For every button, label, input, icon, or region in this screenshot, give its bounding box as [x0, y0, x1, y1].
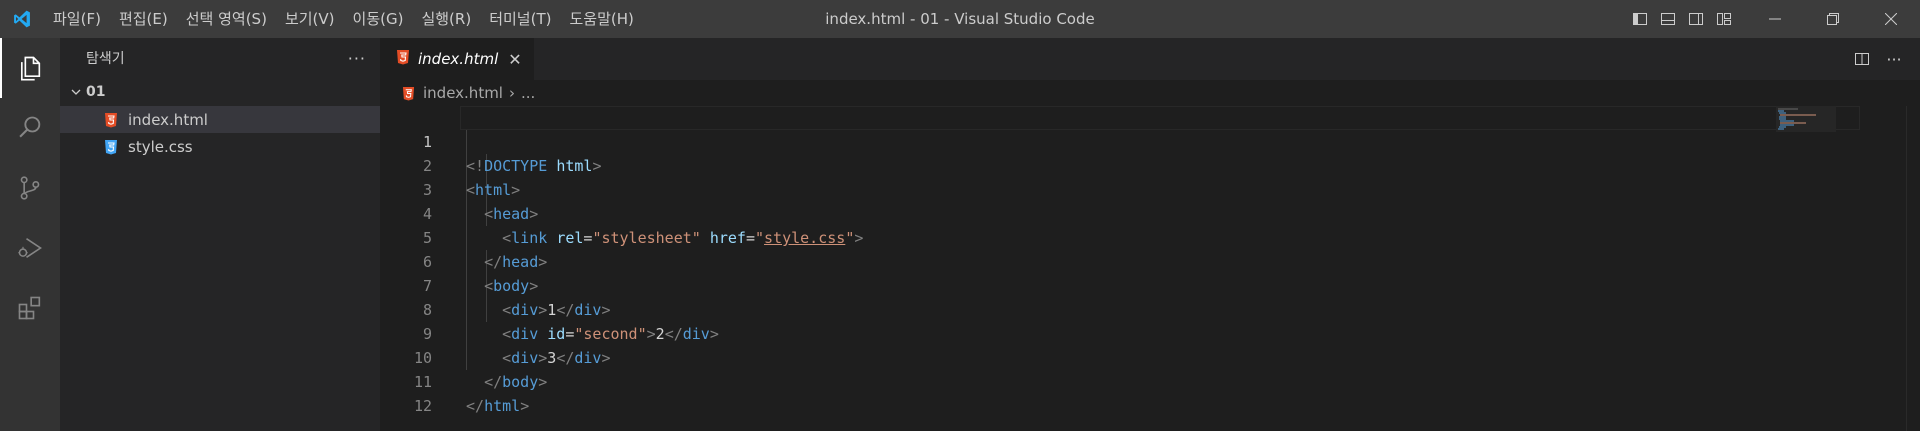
- code-line: 6 <body>: [380, 226, 1780, 295]
- line-number: 12: [413, 397, 432, 415]
- minimap[interactable]: [1776, 106, 1836, 136]
- vertical-scrollbar[interactable]: [1906, 106, 1920, 431]
- vscode-logo-icon: [0, 0, 44, 38]
- more-actions-icon[interactable]: ···: [1878, 50, 1910, 69]
- chevron-down-icon: [66, 86, 86, 98]
- search-icon[interactable]: [0, 98, 60, 158]
- folder-name: 01: [86, 84, 106, 100]
- activity-bar: [0, 38, 60, 431]
- customize-layout-icon[interactable]: [1710, 0, 1738, 38]
- tab-label: index.html: [418, 50, 499, 68]
- toggle-panel-icon[interactable]: [1654, 0, 1682, 38]
- html-file-icon: [402, 86, 415, 101]
- code-line: 7 <div>1</div>: [380, 250, 1780, 319]
- source-control-icon[interactable]: [0, 158, 60, 218]
- editor-group: index.html ✕ ··· index.html › ... 1 <!DO…: [380, 38, 1920, 431]
- code-line: 2 <html>: [380, 130, 1780, 199]
- css-file-icon: [104, 139, 128, 155]
- files-icon[interactable]: [0, 38, 60, 98]
- code-line: 5 </head>: [380, 202, 1780, 271]
- code-line: 4 <link rel="stylesheet" href="style.css…: [380, 178, 1780, 247]
- code-line: 3 <head>: [380, 154, 1780, 223]
- minimize-icon[interactable]: [1746, 0, 1804, 38]
- code-line: 8 <div id="second">2</div>: [380, 274, 1780, 343]
- menu-terminal[interactable]: 터미널(T): [480, 0, 560, 38]
- html-file-icon: [396, 49, 410, 69]
- tab-index-html[interactable]: index.html ✕: [380, 38, 534, 80]
- more-actions-icon[interactable]: ···: [348, 49, 366, 68]
- folder-row[interactable]: 01: [60, 78, 380, 106]
- code-line: 12: [380, 370, 1780, 415]
- title-bar: 파일(F) 편집(E) 선택 영역(S) 보기(V) 이동(G) 실행(R) 터…: [0, 0, 1920, 38]
- menu-help[interactable]: 도움말(H): [560, 0, 642, 38]
- html-file-icon: [104, 112, 128, 128]
- breadcrumb-more[interactable]: ...: [521, 84, 535, 102]
- menu-run[interactable]: 실행(R): [412, 0, 480, 38]
- split-editor-icon[interactable]: [1846, 51, 1878, 67]
- code-line: 11 </html>: [380, 346, 1780, 415]
- restore-icon[interactable]: [1804, 0, 1862, 38]
- menu-file[interactable]: 파일(F): [44, 0, 110, 38]
- file-name: index.html: [128, 110, 208, 129]
- file-item-index-html[interactable]: index.html: [60, 106, 380, 133]
- code-line: 1 <!DOCTYPE html>: [380, 106, 1780, 175]
- code-line: 9 <div>3</div>: [380, 298, 1780, 367]
- extensions-icon[interactable]: [0, 278, 60, 338]
- toggle-secondary-sidebar-icon[interactable]: [1682, 0, 1710, 38]
- toggle-primary-sidebar-icon[interactable]: [1626, 0, 1654, 38]
- file-item-style-css[interactable]: style.css: [60, 133, 380, 160]
- close-window-icon[interactable]: [1862, 0, 1920, 38]
- code-line: 10 </body>: [380, 322, 1780, 391]
- file-name: style.css: [128, 137, 193, 156]
- breadcrumb-file[interactable]: index.html: [423, 84, 503, 102]
- menu-view[interactable]: 보기(V): [276, 0, 344, 38]
- explorer-title: 탐색기: [86, 51, 125, 67]
- menu-bar: 파일(F) 편집(E) 선택 영역(S) 보기(V) 이동(G) 실행(R) 터…: [44, 0, 643, 38]
- menu-selection[interactable]: 선택 영역(S): [177, 0, 276, 38]
- menu-go[interactable]: 이동(G): [344, 0, 413, 38]
- explorer-sidebar: 탐색기 ··· 01 index.html style.css: [60, 38, 380, 431]
- menu-edit[interactable]: 편집(E): [110, 0, 177, 38]
- chevron-right-icon: ›: [508, 84, 515, 102]
- breadcrumb: index.html › ...: [380, 80, 1920, 106]
- explorer-header: 탐색기 ···: [60, 38, 380, 78]
- run-debug-icon[interactable]: [0, 218, 60, 278]
- code-editor[interactable]: 1 <!DOCTYPE html> 2 <html> 3 <head> 4 <l…: [380, 106, 1920, 431]
- close-icon[interactable]: ✕: [508, 50, 521, 69]
- code-text: </html>: [466, 397, 530, 415]
- tab-bar: index.html ✕ ···: [380, 38, 1920, 80]
